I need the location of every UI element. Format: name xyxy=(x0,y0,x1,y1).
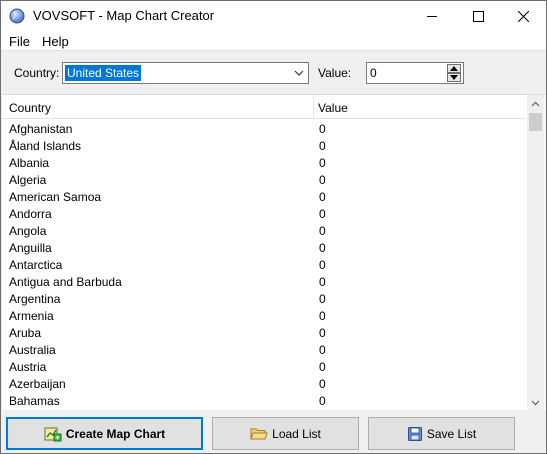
create-map-chart-button[interactable]: Create Map Chart xyxy=(6,417,203,450)
vertical-scrollbar[interactable] xyxy=(527,95,544,410)
save-list-button[interactable]: Save List xyxy=(368,417,515,450)
value-cell: 0 xyxy=(319,326,326,340)
table-row[interactable]: Argentina 0 xyxy=(2,290,526,307)
table-row[interactable]: Azerbaijan 0 xyxy=(2,375,526,392)
value-label: Value: xyxy=(318,66,352,80)
value-cell: 0 xyxy=(319,377,326,391)
value-spinbox[interactable]: 0 xyxy=(366,62,464,84)
scroll-down-icon[interactable] xyxy=(527,394,544,410)
menu-help[interactable]: Help xyxy=(42,34,69,49)
value-cell: 0 xyxy=(319,258,326,272)
country-cell: American Samoa xyxy=(9,190,102,204)
value-cell: 0 xyxy=(319,292,326,306)
app-globe-icon xyxy=(9,8,25,24)
value-cell: 0 xyxy=(319,207,326,221)
table-row[interactable]: Australia 0 xyxy=(2,341,526,358)
save-list-label: Save List xyxy=(426,426,477,441)
country-cell: Armenia xyxy=(9,309,54,323)
country-cell: Åland Islands xyxy=(9,139,82,153)
country-cell: Bahamas xyxy=(9,394,60,408)
table-row[interactable]: Afghanistan 0 xyxy=(2,120,526,137)
load-list-button[interactable]: Load List xyxy=(212,417,359,450)
list-header: Country Value xyxy=(2,95,526,119)
close-icon xyxy=(517,10,529,22)
scrollbar-thumb[interactable] xyxy=(529,113,542,131)
value-cell: 0 xyxy=(319,190,326,204)
table-row[interactable]: Antigua and Barbuda 0 xyxy=(2,273,526,290)
table-row[interactable]: Andorra 0 xyxy=(2,205,526,222)
app-window: VOVSOFT - Map Chart Creator File Help Co… xyxy=(0,0,547,454)
chevron-down-icon[interactable] xyxy=(293,67,305,79)
country-cell: Andorra xyxy=(9,207,52,221)
floppy-disk-icon xyxy=(407,426,422,441)
minimize-icon xyxy=(426,15,437,17)
maximize-button[interactable] xyxy=(455,1,501,31)
minimize-button[interactable] xyxy=(409,1,455,31)
close-button[interactable] xyxy=(500,1,546,31)
table-row[interactable]: Algeria 0 xyxy=(2,171,526,188)
value-cell: 0 xyxy=(319,173,326,187)
country-cell: Algeria xyxy=(9,173,47,187)
table-row[interactable]: Åland Islands 0 xyxy=(2,137,526,154)
country-cell: Afghanistan xyxy=(9,122,73,136)
spin-down-button[interactable] xyxy=(447,73,461,82)
value-cell: 0 xyxy=(319,309,326,323)
value-cell: 0 xyxy=(319,275,326,289)
table-row[interactable]: Albania 0 xyxy=(2,154,526,171)
value-cell: 0 xyxy=(319,224,326,238)
create-map-chart-label: Create Map Chart xyxy=(65,426,166,441)
country-cell: Austria xyxy=(9,360,47,374)
arrow-up-icon xyxy=(450,66,458,71)
country-cell: Angola xyxy=(9,224,47,238)
country-cell: Antigua and Barbuda xyxy=(9,275,122,289)
country-value-list[interactable]: Country Value Afghanistan 0 Åland Islands 0… xyxy=(2,94,545,410)
table-row[interactable]: American Samoa 0 xyxy=(2,188,526,205)
country-cell: Antarctica xyxy=(9,258,63,272)
table-row[interactable]: Antarctica 0 xyxy=(2,256,526,273)
table-row[interactable]: Armenia 0 xyxy=(2,307,526,324)
menu-bar: File Help xyxy=(1,31,546,51)
value-cell: 0 xyxy=(319,241,326,255)
value-cell: 0 xyxy=(319,122,326,136)
country-cell: Aruba xyxy=(9,326,42,340)
column-header-value[interactable]: Value xyxy=(318,101,348,115)
country-selected-value: United States xyxy=(65,65,142,81)
scroll-up-icon[interactable] xyxy=(527,95,544,112)
table-row[interactable]: Angola 0 xyxy=(2,222,526,239)
country-cell: Anguilla xyxy=(9,241,52,255)
table-row[interactable]: Austria 0 xyxy=(2,358,526,375)
country-label: Country: xyxy=(14,66,60,80)
folder-open-icon xyxy=(250,428,268,439)
value-cell: 0 xyxy=(319,394,326,408)
window-title: VOVSOFT - Map Chart Creator xyxy=(33,8,215,23)
maximize-icon xyxy=(472,10,484,22)
country-dropdown[interactable]: United States xyxy=(62,62,309,84)
arrow-down-icon xyxy=(450,75,458,80)
title-bar: VOVSOFT - Map Chart Creator xyxy=(1,1,546,31)
map-chart-icon xyxy=(44,427,62,441)
load-list-label: Load List xyxy=(272,426,321,441)
country-cell: Azerbaijan xyxy=(9,377,66,391)
value-cell: 0 xyxy=(319,139,326,153)
list-rows: Afghanistan 0 Åland Islands 0 Albania 0 Algeri… xyxy=(2,120,526,409)
menu-file[interactable]: File xyxy=(9,34,30,49)
value-cell: 0 xyxy=(319,156,326,170)
spin-up-button[interactable] xyxy=(447,64,461,73)
column-header-country[interactable]: Country xyxy=(9,101,51,115)
value-cell: 0 xyxy=(319,343,326,357)
country-cell: Albania xyxy=(9,156,50,170)
country-cell: Australia xyxy=(9,343,56,357)
country-cell: Argentina xyxy=(9,292,61,306)
value-cell: 0 xyxy=(319,360,326,374)
table-row[interactable]: Anguilla 0 xyxy=(2,239,526,256)
table-row[interactable]: Aruba 0 xyxy=(2,324,526,341)
value-input[interactable]: 0 xyxy=(370,66,377,80)
table-row[interactable]: Bahamas 0 xyxy=(2,392,526,409)
column-separator[interactable] xyxy=(313,95,314,119)
